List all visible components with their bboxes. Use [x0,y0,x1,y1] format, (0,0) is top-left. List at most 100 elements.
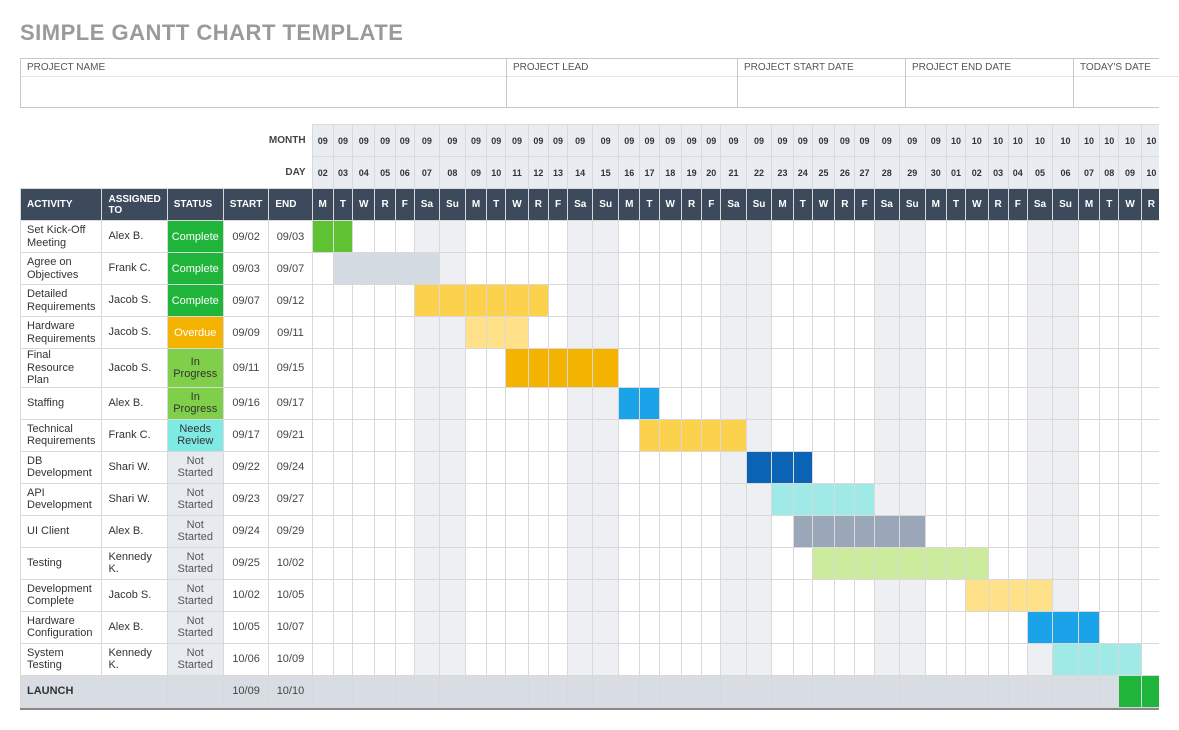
task-start[interactable]: 09/23 [223,483,269,515]
cal-month: 09 [659,125,681,157]
task-end[interactable]: 10/02 [269,547,312,579]
task-assigned[interactable] [102,675,167,707]
task-row: Hardware RequirementsJacob S.Overdue09/0… [21,317,1160,349]
task-assigned[interactable]: Alex B. [102,387,167,419]
project-lead-input[interactable] [507,77,737,107]
task-assigned[interactable]: Jacob S. [102,285,167,317]
task-end[interactable]: 09/07 [269,253,312,285]
task-end[interactable]: 10/07 [269,611,312,643]
task-activity[interactable]: System Testing [21,643,102,675]
task-end[interactable]: 09/29 [269,515,312,547]
gantt-cell [1053,451,1079,483]
task-end[interactable]: 09/24 [269,451,312,483]
task-start[interactable]: 09/11 [223,349,269,388]
gantt-cell [835,483,855,515]
task-activity[interactable]: Hardware Configuration [21,611,102,643]
start-date-input[interactable] [738,77,905,107]
task-status[interactable]: Not Started [167,643,223,675]
task-status[interactable]: Not Started [167,579,223,611]
gantt-cell [568,483,593,515]
gantt-cell [855,285,874,317]
task-assigned[interactable]: Kennedy K. [102,643,167,675]
task-start[interactable]: 09/02 [223,221,269,253]
task-assigned[interactable]: Alex B. [102,515,167,547]
task-start[interactable]: 09/22 [223,451,269,483]
task-assigned[interactable]: Alex B. [102,221,167,253]
task-status[interactable]: Needs Review [167,419,223,451]
task-start[interactable]: 09/17 [223,419,269,451]
gantt-cell [1053,483,1079,515]
gantt-cell [835,515,855,547]
task-end[interactable]: 10/10 [269,675,312,707]
task-activity[interactable]: Detailed Requirements [21,285,102,317]
task-status[interactable]: Complete [167,285,223,317]
gantt-cell [1027,483,1052,515]
task-status[interactable] [167,675,223,707]
task-assigned[interactable]: Shari W. [102,483,167,515]
end-date-input[interactable] [906,77,1073,107]
task-start[interactable]: 09/24 [223,515,269,547]
gantt-cell [1078,675,1099,707]
task-status[interactable]: Not Started [167,451,223,483]
task-activity[interactable]: Staffing [21,387,102,419]
task-activity[interactable]: Technical Requirements [21,419,102,451]
task-end[interactable]: 09/03 [269,221,312,253]
task-assigned[interactable]: Jacob S. [102,579,167,611]
task-assigned[interactable]: Alex B. [102,611,167,643]
task-status[interactable]: In Progress [167,387,223,419]
task-assigned[interactable]: Frank C. [102,253,167,285]
task-status[interactable]: In Progress [167,349,223,388]
task-start[interactable]: 09/03 [223,253,269,285]
task-start[interactable]: 09/16 [223,387,269,419]
task-activity[interactable]: Testing [21,547,102,579]
task-activity[interactable]: DB Development [21,451,102,483]
project-name-input[interactable] [21,77,506,107]
task-end[interactable]: 09/21 [269,419,312,451]
task-status[interactable]: Not Started [167,483,223,515]
task-end[interactable]: 09/12 [269,285,312,317]
task-activity[interactable]: API Development [21,483,102,515]
task-status[interactable]: Not Started [167,611,223,643]
task-row: Set Kick-Off MeetingAlex B.Complete09/02… [21,221,1160,253]
task-activity[interactable]: UI Client [21,515,102,547]
task-end[interactable]: 10/09 [269,643,312,675]
gantt-cell [528,483,548,515]
task-end[interactable]: 09/15 [269,349,312,388]
today-date-input[interactable] [1074,77,1179,107]
task-end[interactable]: 09/17 [269,387,312,419]
task-activity[interactable]: Development Complete [21,579,102,611]
task-status[interactable]: Overdue [167,317,223,349]
task-status[interactable]: Complete [167,221,223,253]
task-assigned[interactable]: Jacob S. [102,349,167,388]
gantt-cell [353,643,375,675]
task-end[interactable]: 09/27 [269,483,312,515]
task-start[interactable]: 10/09 [223,675,269,707]
task-assigned[interactable]: Jacob S. [102,317,167,349]
task-assigned[interactable]: Kennedy K. [102,547,167,579]
cal-day: 02 [966,157,988,189]
gantt-cell [721,317,746,349]
col-dow: W [506,189,528,221]
task-start[interactable]: 09/07 [223,285,269,317]
task-start[interactable]: 10/06 [223,643,269,675]
gantt-cell [835,611,855,643]
task-assigned[interactable]: Frank C. [102,419,167,451]
col-dow: R [988,189,1008,221]
task-assigned[interactable]: Shari W. [102,451,167,483]
task-activity[interactable]: Agree on Objectives [21,253,102,285]
task-end[interactable]: 09/11 [269,317,312,349]
task-activity[interactable]: Final Resource Plan [21,349,102,388]
task-start[interactable]: 09/09 [223,317,269,349]
task-activity[interactable]: Set Kick-Off Meeting [21,221,102,253]
task-end[interactable]: 10/05 [269,579,312,611]
task-activity[interactable]: Hardware Requirements [21,317,102,349]
task-status[interactable]: Complete [167,253,223,285]
task-start[interactable]: 10/02 [223,579,269,611]
task-status[interactable]: Not Started [167,547,223,579]
task-activity[interactable]: LAUNCH [21,675,102,707]
gantt-cell [946,285,965,317]
gantt-cell [1027,547,1052,579]
task-status[interactable]: Not Started [167,515,223,547]
task-start[interactable]: 09/25 [223,547,269,579]
task-start[interactable]: 10/05 [223,611,269,643]
